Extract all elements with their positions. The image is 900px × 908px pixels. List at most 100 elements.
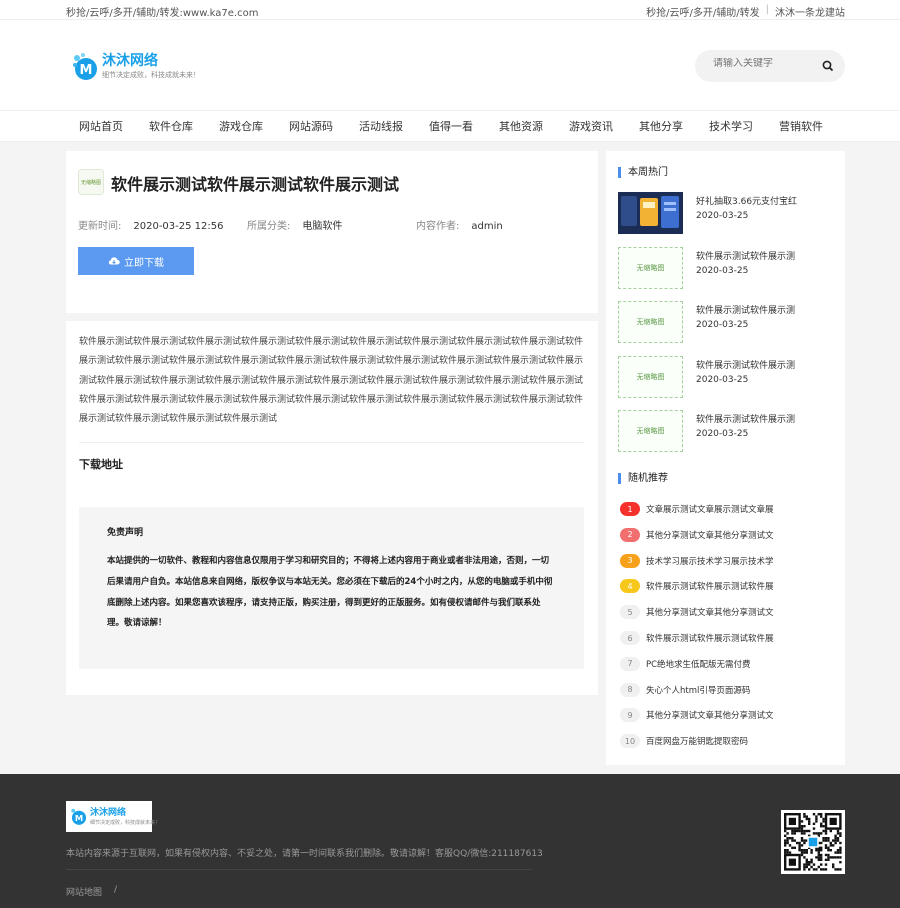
nav-item[interactable]: 游戏仓库	[206, 111, 276, 142]
top-bar-text: 秒抢/云呼/多开/辅助/转发:www.ka7e.com	[66, 8, 259, 19]
rank-badge: 7	[620, 656, 640, 671]
article-content: 软件展示测试软件展示测试软件展示测试软件展示测试软件展示测试软件展示测试软件展示…	[79, 337, 584, 425]
random-item-title[interactable]: 其他分享测试文章其他分享测试文	[646, 709, 836, 721]
footer-logo-slogan: 细节决定成败，科技成就未来！	[90, 820, 161, 826]
hot-item-date: 2020-03-25	[696, 265, 749, 276]
nav-item[interactable]: 网站源码	[276, 111, 346, 142]
disclaimer-title: 免责声明	[107, 528, 144, 538]
download-button[interactable]: 立即下载	[78, 247, 194, 275]
random-item[interactable]: 1 文章展示测试文章展示测试文章展	[620, 502, 840, 518]
hot-item-title[interactable]: 软件展示测试软件展示测	[696, 249, 836, 262]
divider	[79, 442, 584, 443]
rank-badge: 9	[620, 708, 640, 723]
nav-item[interactable]: 活动线报	[346, 111, 416, 142]
rank-badge: 8	[620, 682, 640, 697]
random-item-title[interactable]: 软件展示测试软件展示测试软件展	[646, 580, 836, 592]
hot-item-date: 2020-03-25	[696, 320, 749, 330]
hot-item-date: 2020-03-25	[696, 211, 749, 221]
rank-badge: 4	[620, 579, 640, 594]
random-item-title[interactable]: 其他分享测试文章其他分享测试文	[646, 606, 836, 618]
rank-badge: 5	[620, 605, 640, 620]
hot-item[interactable]: 无缩略图 软件展示测试软件展示测 2020-03-25	[618, 246, 838, 291]
nav-item[interactable]: 其他资源	[486, 111, 556, 142]
random-item[interactable]: 7 PC绝地求生低配版无需付费	[620, 656, 840, 673]
search-box	[695, 50, 845, 82]
random-item-title[interactable]: 文章展示测试文章展示测试文章展	[646, 503, 836, 515]
random-item[interactable]: 4 软件展示测试软件展示测试软件展	[620, 579, 840, 595]
article-title: 软件展示测试软件展示测试软件展示测试	[111, 175, 400, 194]
logo-slogan: 细节决定成败，科技成就未来！	[102, 71, 200, 79]
article-body: 软件展示测试软件展示测试软件展示测试软件展示测试软件展示测试软件展示测试软件展示…	[66, 321, 598, 695]
hot-item-thumbnail	[618, 192, 683, 234]
hot-section-title: 本周热门	[618, 167, 668, 178]
svg-text:M: M	[75, 813, 83, 823]
hot-item-title[interactable]: 好礼抽取3.66元支付宝红	[696, 194, 836, 207]
rank-badge: 10	[620, 734, 640, 749]
top-link-site[interactable]: 沐沐一条龙建站	[775, 4, 845, 19]
nav-item[interactable]: 其他分享	[626, 111, 696, 142]
random-item[interactable]: 2 其他分享测试文章其他分享测试文	[620, 527, 840, 544]
meta-author: 内容作者: admin	[416, 221, 503, 232]
rank-badge: 1	[620, 502, 640, 516]
logo-mark-icon: M	[73, 53, 97, 80]
hot-item-thumbnail: 无缩略图	[618, 355, 683, 398]
random-item[interactable]: 5 其他分享测试文章其他分享测试文	[620, 605, 840, 621]
random-item[interactable]: 9 其他分享测试文章其他分享测试文	[620, 708, 840, 724]
random-section-title: 随机推荐	[618, 473, 668, 484]
svg-text:M: M	[80, 63, 93, 78]
site-logo[interactable]: M 沐沐网络 细节决定成败，科技成就未来！	[72, 48, 202, 88]
top-bar-links: 秒抢/云呼/多开/辅助/转发 | 沐沐一条龙建站	[646, 4, 845, 19]
nav-item[interactable]: 营销软件	[766, 111, 836, 142]
rank-badge: 6	[620, 631, 640, 645]
hot-item-title[interactable]: 软件展示测试软件展示测	[696, 358, 836, 371]
qr-code-icon	[781, 810, 845, 874]
random-item[interactable]: 3 技术学习展示技术学习展示技术学	[620, 553, 840, 570]
hot-item-thumbnail: 无缩略图	[618, 410, 683, 452]
logo-name: 沐沐网络	[102, 53, 158, 69]
article-thumbnail: 无缩略图	[78, 169, 104, 195]
category-link[interactable]: 电脑软件	[302, 221, 342, 232]
main-nav: 网站首页 软件仓库 游戏仓库 网站源码 活动线报 值得一看 其他资源 游戏资讯 其他分享 技术学习…	[0, 110, 900, 142]
nav-item[interactable]: 网站首页	[66, 111, 136, 142]
footer-logo[interactable]: M 沐沐网络 细节决定成败，科技成就未来！	[66, 801, 160, 832]
search-input[interactable]	[713, 58, 813, 69]
nav-item[interactable]: 值得一看	[416, 111, 486, 142]
search-icon[interactable]	[821, 59, 835, 73]
random-item-title[interactable]: PC绝地求生低配版无需付费	[646, 658, 836, 670]
footer-logo-name: 沐沐网络	[90, 808, 127, 818]
logo-mark-icon: M	[71, 808, 87, 825]
random-item-title[interactable]: 其他分享测试文章其他分享测试文	[646, 529, 836, 541]
nav-item[interactable]: 软件仓库	[136, 111, 206, 142]
hot-item[interactable]: 无缩略图 软件展示测试软件展示测 2020-03-25	[618, 410, 838, 454]
hot-item-title[interactable]: 软件展示测试软件展示测	[696, 412, 836, 425]
meta-updated: 更新时间: 2020-03-25 12:56	[78, 221, 224, 232]
download-button-label: 立即下载	[124, 257, 164, 269]
hot-item-title[interactable]: 软件展示测试软件展示测	[696, 303, 836, 316]
hot-item-thumbnail: 无缩略图	[618, 246, 683, 289]
random-item-title[interactable]: 软件展示测试软件展示测试软件展	[646, 632, 836, 644]
header: M 沐沐网络 细节决定成败，科技成就未来！	[0, 20, 900, 110]
article-header: 无缩略图 软件展示测试软件展示测试软件展示测试 更新时间: 2020-03-25 …	[66, 151, 598, 313]
top-bar: 秒抢/云呼/多开/辅助/转发:www.ka7e.com 秒抢/云呼/多开/辅助/…	[0, 0, 900, 20]
random-item[interactable]: 6 软件展示测试软件展示测试软件展	[620, 631, 840, 647]
random-item[interactable]: 8 失心个人html引导页面源码	[620, 682, 840, 699]
hot-item[interactable]: 无缩略图 软件展示测试软件展示测 2020-03-25	[618, 355, 838, 400]
disclaimer-box: 免责声明 本站提供的一切软件、教程和内容信息仅限用于学习和研究目的；不得将上述内…	[79, 507, 584, 669]
rank-badge: 3	[620, 553, 640, 568]
footer-divider	[66, 869, 532, 870]
footer-links: 网站地图 /	[66, 885, 117, 898]
hot-item[interactable]: 无缩略图 软件展示测试软件展示测 2020-03-25	[618, 301, 838, 345]
random-item-title[interactable]: 技术学习展示技术学习展示技术学	[646, 555, 836, 567]
random-item-title[interactable]: 百度网盘万能钥匙提取密码	[646, 735, 836, 747]
hot-item-thumbnail: 无缩略图	[618, 301, 683, 343]
top-link-tools[interactable]: 秒抢/云呼/多开/辅助/转发	[646, 4, 759, 19]
nav-item[interactable]: 技术学习	[696, 111, 766, 142]
cloud-download-icon	[108, 257, 120, 265]
download-section-title: 下载地址	[79, 458, 123, 471]
meta-category: 所属分类: 电脑软件	[247, 221, 343, 232]
random-item[interactable]: 10 百度网盘万能钥匙提取密码	[620, 734, 840, 750]
random-item-title[interactable]: 失心个人html引导页面源码	[646, 684, 836, 696]
sitemap-link[interactable]: 网站地图	[66, 885, 102, 898]
hot-item[interactable]: 好礼抽取3.66元支付宝红 2020-03-25	[618, 192, 838, 236]
nav-item[interactable]: 游戏资讯	[556, 111, 626, 142]
